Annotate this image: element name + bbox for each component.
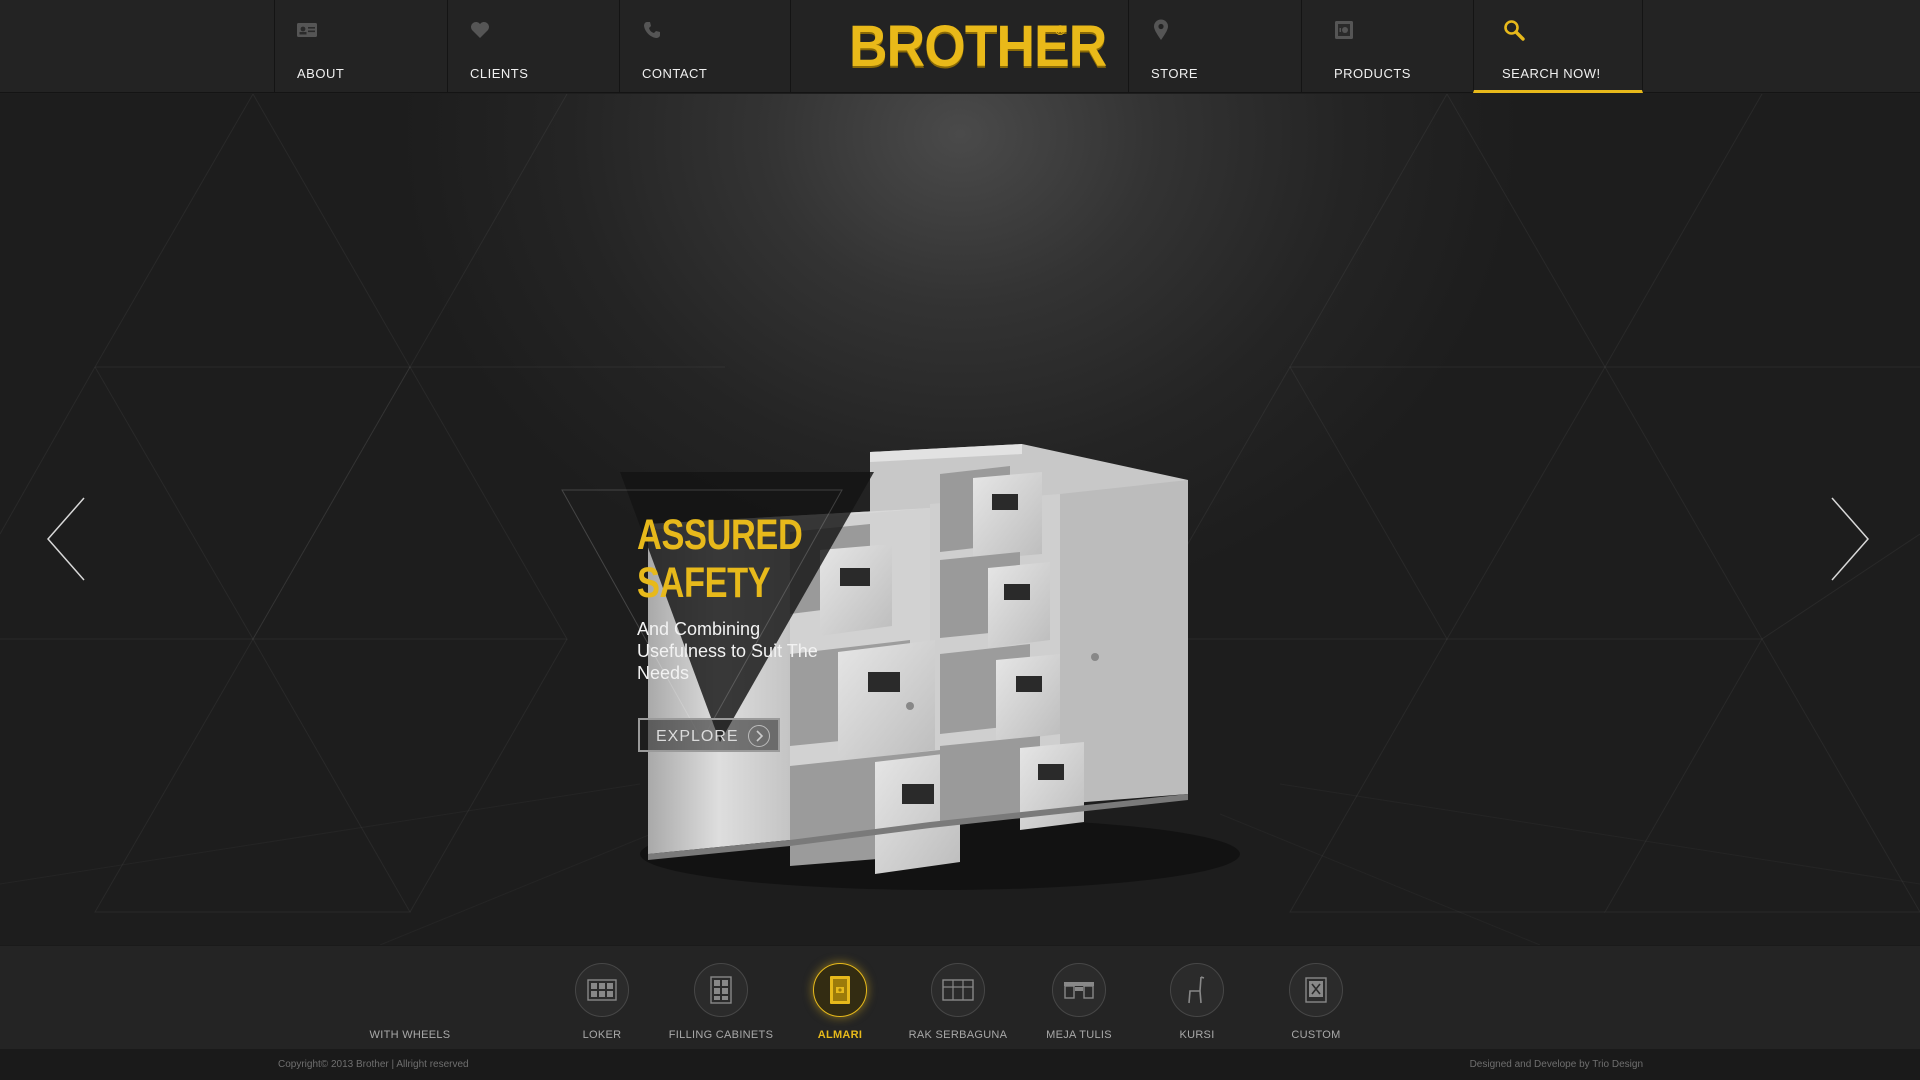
cupboard-icon <box>813 963 867 1017</box>
category-bar: WITH WHEELS LOKER FILLING CABINETS ALMAR… <box>0 945 1920 1049</box>
prev-slide-button[interactable] <box>44 496 90 582</box>
nav-contact-label: CONTACT <box>642 66 708 81</box>
chevron-left-icon <box>47 497 85 581</box>
nav-search-label: SEARCH NOW! <box>1502 66 1601 81</box>
nav-store-label: STORE <box>1151 66 1199 81</box>
id-card-icon <box>295 18 319 42</box>
category-label: ALMARI <box>817 1029 863 1041</box>
nav-about-label: ABOUT <box>297 66 345 81</box>
search-icon <box>1502 18 1526 42</box>
footer: Copyright© 2013 Brother | Allright reser… <box>0 1049 1920 1080</box>
brand-name: BROTHER <box>849 14 1107 79</box>
category-label: WITH WHEELS <box>369 1029 451 1041</box>
custom-icon <box>1289 963 1343 1017</box>
category-label: RAK SERBAGUNA <box>908 1029 1008 1041</box>
registered-mark: ® <box>1055 22 1066 38</box>
category-loker[interactable]: LOKER <box>542 963 662 1047</box>
hero-headline-line2: SAFETY <box>637 559 771 607</box>
filing-cabinet-icon <box>694 963 748 1017</box>
nav-store[interactable]: STORE <box>1128 0 1301 93</box>
hero-subtitle: And Combining Usefulness to Suit The Nee… <box>637 619 818 683</box>
category-label: MEJA TULIS <box>1046 1029 1112 1041</box>
top-navigation: ABOUT CLIENTS CONTACT BROTHER ® STORE PR… <box>0 0 1920 93</box>
nav-clients[interactable]: CLIENTS <box>447 0 619 93</box>
category-meja-tulis[interactable]: MEJA TULIS <box>1019 963 1139 1047</box>
category-label: LOKER <box>582 1029 622 1041</box>
category-almari[interactable]: ALMARI <box>780 963 900 1047</box>
nav-products[interactable]: PRODUCTS <box>1301 0 1473 93</box>
category-label: FILLING CABINETS <box>668 1029 774 1041</box>
chair-icon <box>1170 963 1224 1017</box>
nav-clients-label: CLIENTS <box>470 66 529 81</box>
copyright-text: Copyright© 2013 Brother | Allright reser… <box>278 1059 469 1070</box>
phone-icon <box>640 18 664 42</box>
desk-icon <box>1052 963 1106 1017</box>
category-with-wheels[interactable]: WITH WHEELS <box>350 963 470 1047</box>
nav-contact[interactable]: CONTACT <box>619 0 790 93</box>
category-label: KURSI <box>1179 1029 1215 1041</box>
map-pin-icon <box>1149 18 1173 42</box>
hero-headline: ASSURED SAFETY <box>637 511 803 607</box>
category-rak-serbaguna[interactable]: RAK SERBAGUNA <box>898 963 1018 1047</box>
nav-products-label: PRODUCTS <box>1334 66 1411 81</box>
shelf-icon <box>931 963 985 1017</box>
locker-icon <box>575 963 629 1017</box>
nav-search[interactable]: SEARCH NOW! <box>1473 0 1643 93</box>
hero-headline-line1: ASSURED <box>637 511 803 559</box>
heart-icon <box>468 18 492 42</box>
category-filling-cabinets[interactable]: FILLING CABINETS <box>661 963 781 1047</box>
category-kursi[interactable]: KURSI <box>1137 963 1257 1047</box>
safe-icon <box>1332 18 1356 42</box>
explore-button[interactable]: EXPLORE <box>638 718 780 752</box>
chevron-right-icon <box>1831 497 1869 581</box>
arrow-circle-right-icon <box>748 725 770 747</box>
hero-slider: ASSURED SAFETY And Combining Usefulness … <box>0 94 1920 945</box>
category-label: CUSTOM <box>1291 1029 1341 1041</box>
nav-about[interactable]: ABOUT <box>274 0 447 93</box>
brand-logo[interactable]: BROTHER ® <box>790 0 1128 93</box>
category-custom[interactable]: CUSTOM <box>1256 963 1376 1047</box>
explore-button-label: EXPLORE <box>656 728 739 745</box>
designer-credit[interactable]: Designed and Develope by Trio Design <box>1470 1059 1643 1070</box>
next-slide-button[interactable] <box>1826 496 1872 582</box>
